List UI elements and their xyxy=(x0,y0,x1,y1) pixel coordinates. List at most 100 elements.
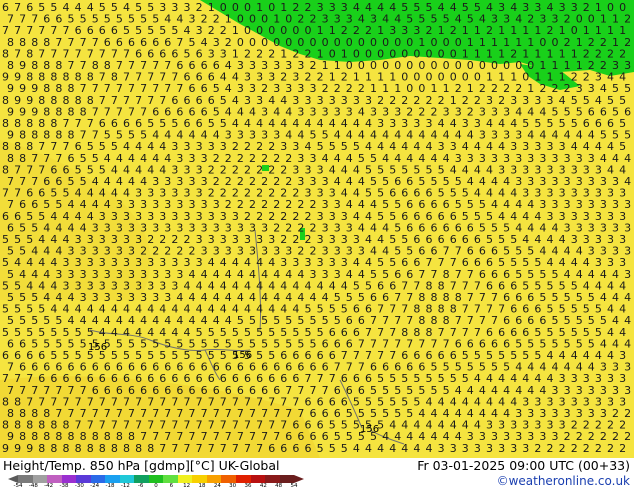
colorbar xyxy=(18,475,295,483)
temperature-value: 9 xyxy=(2,442,9,455)
temperature-value: 2 xyxy=(619,442,626,455)
colorbar-tick-label: -24 xyxy=(90,483,100,489)
temperature-value: 7 xyxy=(220,442,227,455)
colorbar-tick-label: -38 xyxy=(59,483,69,489)
colorbar-swatch xyxy=(163,475,178,483)
temperature-value: 3 xyxy=(486,442,493,455)
temperature-value: 8 xyxy=(123,442,130,455)
temperature-value: 4 xyxy=(365,442,372,455)
colorbar-min-arrow xyxy=(8,475,18,483)
colorbar-swatch xyxy=(61,475,77,483)
colorbar-tick-label: -12 xyxy=(120,483,130,489)
colorbar-max-arrow xyxy=(294,475,304,483)
temperature-value: 8 xyxy=(87,442,94,455)
temperature-value: 2 xyxy=(534,442,541,455)
colorbar-tick-label: -54 xyxy=(13,483,23,489)
temperature-value: 8 xyxy=(111,442,118,455)
colorbar-tick-label: -42 xyxy=(44,483,54,489)
colorbar-tick-label: -48 xyxy=(28,483,38,489)
temperature-value: 4 xyxy=(377,442,384,455)
temperature-value: 9 xyxy=(26,442,33,455)
temperature-value: 7 xyxy=(208,442,215,455)
colorbar-swatch xyxy=(76,475,91,483)
temperature-value: 6 xyxy=(292,442,299,455)
temperature-value: 4 xyxy=(353,442,360,455)
temperature-value: 7 xyxy=(184,442,191,455)
temperature-value: 3 xyxy=(522,442,529,455)
temperature-value: 2 xyxy=(583,442,590,455)
temperature-value: 2 xyxy=(571,442,578,455)
weather-map: 6765544455455333210001012233344445554455… xyxy=(0,0,634,458)
temperature-value: 4 xyxy=(426,442,433,455)
temperature-value: 2 xyxy=(559,442,566,455)
map-footer: Height/Temp. 850 hPa [gdmp][°C] UK-Globa… xyxy=(0,458,634,490)
colorbar-tick-label: 24 xyxy=(213,483,221,489)
colorbar-tick-label: 30 xyxy=(229,483,237,489)
credit-link[interactable]: ©weatheronline.co.uk xyxy=(497,474,630,488)
colorbar-tick-label: -30 xyxy=(74,483,84,489)
colorbar-tick-label: 18 xyxy=(198,483,206,489)
colorbar-tick-label: -18 xyxy=(105,483,115,489)
colorbar-swatch xyxy=(265,475,280,483)
colorbar-swatch xyxy=(250,475,266,483)
temperature-value: 8 xyxy=(50,442,57,455)
temperature-value: 7 xyxy=(159,442,166,455)
temperature-value: 4 xyxy=(413,442,420,455)
colorbar-swatch xyxy=(177,475,193,483)
temperature-value: 8 xyxy=(147,442,154,455)
temperature-value: 8 xyxy=(75,442,82,455)
temperature-value: 7 xyxy=(196,442,203,455)
colorbar-swatch xyxy=(279,475,295,483)
colorbar-tick-label: 36 xyxy=(244,483,252,489)
temperature-value: 7 xyxy=(256,442,263,455)
temperature-value: 7 xyxy=(244,442,251,455)
colorbar-swatch xyxy=(119,475,135,483)
colorbar-tick-label: 48 xyxy=(275,483,283,489)
temperature-value: 8 xyxy=(99,442,106,455)
colorbar-swatch xyxy=(47,475,62,483)
colorbar-tick-label: 12 xyxy=(183,483,191,489)
colorbar-swatch xyxy=(221,475,236,483)
contour-label: 156 xyxy=(88,342,107,353)
temperature-value: 8 xyxy=(38,442,45,455)
temperature-value: 5 xyxy=(317,442,324,455)
colorbar-swatch xyxy=(32,475,48,483)
temperature-value: 2 xyxy=(607,442,614,455)
colorbar-swatch xyxy=(192,475,207,483)
temperature-value: 5 xyxy=(341,442,348,455)
temperature-value: 8 xyxy=(135,442,142,455)
contour-label: 156 xyxy=(360,424,379,435)
valid-time: Fr 03-01-2025 09:00 UTC (00+33) xyxy=(417,458,630,473)
colorbar-swatch xyxy=(90,475,106,483)
map-title: Height/Temp. 850 hPa [gdmp][°C] UK-Globa… xyxy=(3,458,280,473)
colorbar-tick-label: -6 xyxy=(137,483,144,489)
map-canvas: 6765544455455333210001012233344445554455… xyxy=(0,0,634,458)
temperature-value: 7 xyxy=(232,442,239,455)
colorbar-swatch xyxy=(206,475,222,483)
temperature-value: 2 xyxy=(547,442,554,455)
colorbar-swatch xyxy=(134,475,149,483)
temperature-value: 5 xyxy=(329,442,336,455)
temperature-value: 6 xyxy=(280,442,287,455)
colorbar-tick-label: 54 xyxy=(290,483,298,489)
temperature-value: 3 xyxy=(450,442,457,455)
temperature-value: 3 xyxy=(438,442,445,455)
temperature-value: 8 xyxy=(63,442,70,455)
colorbar-tick-label: 0 xyxy=(154,483,158,489)
temperature-value: 9 xyxy=(14,442,21,455)
colorbar-swatch xyxy=(235,475,251,483)
temperature-value: 7 xyxy=(171,442,178,455)
colorbar-tick-label: 6 xyxy=(169,483,174,489)
colorbar-swatch xyxy=(18,475,33,483)
colorbar-tick-label: 42 xyxy=(259,483,267,489)
temperature-value: 3 xyxy=(510,442,517,455)
colorbar-swatch xyxy=(148,475,164,483)
temperature-value: 6 xyxy=(305,442,312,455)
temperature-value: 3 xyxy=(462,442,469,455)
colorbar-swatch xyxy=(105,475,120,483)
temperature-value: 4 xyxy=(401,442,408,455)
temperature-value: 3 xyxy=(474,442,481,455)
contour-label: 156 xyxy=(233,350,252,361)
temperature-value: 2 xyxy=(595,442,602,455)
temperature-value: 3 xyxy=(498,442,505,455)
